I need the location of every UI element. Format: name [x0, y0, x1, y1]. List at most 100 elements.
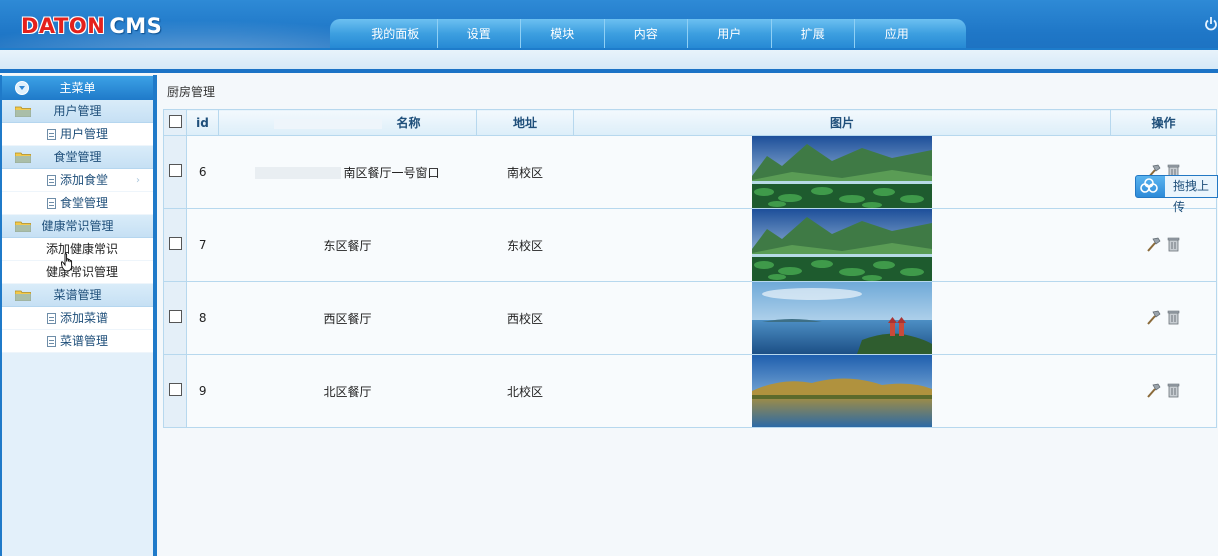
sidebar-title-label: 主菜单: [59, 81, 96, 95]
cell-address: 南校区: [476, 135, 574, 209]
table-row: 6 南区餐厅一号窗口 南校区: [163, 135, 1217, 209]
cell-actions: [1110, 208, 1217, 282]
mountain-lake-image[interactable]: [752, 209, 932, 281]
column-header-address[interactable]: 地址: [476, 109, 574, 136]
hill-lake-image[interactable]: [752, 355, 932, 427]
cell-name-text: 南区餐厅一号窗口: [343, 165, 440, 180]
cell-image: [573, 208, 1111, 282]
sidebar-group-label: 菜谱管理: [53, 288, 102, 302]
sidebar-group-recipes[interactable]: 菜谱管理: [2, 284, 153, 307]
sidebar-item-health-manage[interactable]: 健康常识管理: [2, 261, 153, 284]
cell-address: 西校区: [476, 281, 574, 355]
column-header-id[interactable]: id: [186, 109, 219, 136]
kitchen-table: id 名称 地址 图片 操作 6 南区餐厅一号窗口 南校区 7 东区餐厅 东校区…: [163, 109, 1217, 428]
edit-hammer-icon[interactable]: [1146, 382, 1161, 398]
delete-trash-icon[interactable]: [1166, 382, 1181, 398]
cell-address: 北校区: [476, 354, 574, 428]
sidebar-item-label: 菜谱管理: [60, 334, 109, 348]
nav-tab-modules[interactable]: 模块: [521, 19, 605, 48]
cell-image: [573, 135, 1111, 209]
row-select-cell: [163, 135, 187, 209]
cell-address: 东校区: [476, 208, 574, 282]
row-checkbox[interactable]: [168, 164, 182, 177]
cell-image: [573, 281, 1111, 355]
table-row: 9 北区餐厅 北校区: [163, 354, 1217, 428]
app-logo: DATON CMS: [21, 14, 162, 38]
row-select-cell: [163, 281, 187, 355]
sidebar-item-canteen-manage[interactable]: 食堂管理: [2, 192, 153, 215]
select-all-checkbox[interactable]: [168, 114, 182, 128]
delete-trash-icon[interactable]: [1166, 236, 1181, 252]
sidebar-item-label: 用户管理: [60, 127, 109, 141]
hand-cursor-icon: [61, 253, 73, 272]
mountain-lake-image[interactable]: [752, 136, 932, 208]
nav-tab-users[interactable]: 用户: [688, 19, 772, 48]
cell-name: 南区餐厅一号窗口: [218, 135, 477, 209]
cell-id: 6: [186, 135, 219, 209]
page-icon: [47, 175, 56, 186]
top-nav: 我的面板 设置 模块 内容 用户 扩展 应用: [330, 19, 966, 48]
nav-tab-dashboard[interactable]: 我的面板: [354, 19, 438, 48]
folder-icon: [15, 221, 31, 232]
logo-cms: CMS: [109, 14, 163, 38]
sidebar-item-add-health[interactable]: 添加健康常识: [2, 238, 153, 261]
sidebar-group-label: 用户管理: [53, 104, 102, 118]
header-placeholder: [274, 118, 383, 129]
column-header-actions[interactable]: 操作: [1110, 109, 1217, 136]
row-checkbox[interactable]: [168, 237, 182, 250]
page-icon: [47, 313, 56, 324]
column-header-name[interactable]: 名称: [218, 109, 477, 136]
row-checkbox[interactable]: [168, 310, 182, 323]
cell-name: 东区餐厅: [218, 208, 477, 282]
sidebar-group-health[interactable]: 健康常识管理: [2, 215, 153, 238]
sidebar-item-label: 添加健康常识: [46, 242, 119, 256]
edit-hammer-icon[interactable]: [1146, 309, 1161, 325]
sidebar-title[interactable]: 主菜单: [2, 76, 153, 100]
chevron-right-icon: ›: [136, 175, 140, 186]
name-placeholder: [255, 167, 342, 179]
row-checkbox[interactable]: [168, 383, 182, 396]
cell-id: 8: [186, 281, 219, 355]
sidebar-item-user-manage[interactable]: 用户管理: [2, 123, 153, 146]
cloud-upload-icon: [1140, 178, 1158, 193]
drag-upload-button[interactable]: 拖拽上传: [1135, 175, 1218, 214]
sidebar-group-users[interactable]: 用户管理: [2, 100, 153, 123]
row-select-cell: [163, 354, 187, 428]
nav-tab-extensions[interactable]: 扩展: [772, 19, 855, 48]
table-row: 7 东区餐厅 东校区: [163, 208, 1217, 282]
sidebar-item-add-recipe[interactable]: 添加菜谱: [2, 307, 153, 330]
collapse-arrow-icon[interactable]: [15, 81, 29, 95]
sidebar-group-label: 食堂管理: [53, 150, 102, 164]
cell-image: [573, 354, 1111, 428]
sidebar-item-label: 添加菜谱: [60, 311, 109, 325]
folder-icon: [15, 106, 31, 117]
edit-hammer-icon[interactable]: [1146, 236, 1161, 252]
nav-tab-apps[interactable]: 应用: [855, 19, 939, 48]
sidebar-group-label: 健康常识管理: [41, 219, 114, 233]
page-icon: [47, 336, 56, 347]
column-header-image[interactable]: 图片: [573, 109, 1111, 136]
main-content: 厨房管理 id 名称 地址 图片 操作 6 南区餐厅一号窗口 南校区 7 东区餐…: [157, 75, 1218, 556]
cell-id: 9: [186, 354, 219, 428]
table-row: 8 西区餐厅 西校区: [163, 281, 1217, 355]
drag-upload-label: 拖拽上传: [1165, 176, 1217, 214]
sidebar-group-canteen[interactable]: 食堂管理: [2, 146, 153, 169]
sub-toolbar: [0, 48, 1218, 73]
nav-tab-settings[interactable]: 设置: [438, 19, 521, 48]
sidebar-item-label: 健康常识管理: [46, 265, 119, 279]
sidebar: 主菜单 用户管理 用户管理 食堂管理 添加食堂 › 食堂管理 健康常识管理 添加…: [0, 75, 157, 556]
nav-tab-content[interactable]: 内容: [605, 19, 688, 48]
row-select-cell: [163, 208, 187, 282]
delete-trash-icon[interactable]: [1166, 309, 1181, 325]
table-header-row: id 名称 地址 图片 操作: [163, 109, 1217, 136]
folder-icon: [15, 152, 31, 163]
cell-id: 7: [186, 208, 219, 282]
sidebar-item-recipe-manage[interactable]: 菜谱管理: [2, 330, 153, 353]
breadcrumb: 厨房管理: [167, 85, 216, 99]
sea-island-image[interactable]: [752, 282, 932, 354]
cell-name: 北区餐厅: [218, 354, 477, 428]
power-icon[interactable]: [1204, 16, 1218, 32]
sidebar-item-add-canteen[interactable]: 添加食堂 ›: [2, 169, 153, 192]
sidebar-item-label: 添加食堂: [60, 173, 109, 187]
page-icon: [47, 198, 56, 209]
